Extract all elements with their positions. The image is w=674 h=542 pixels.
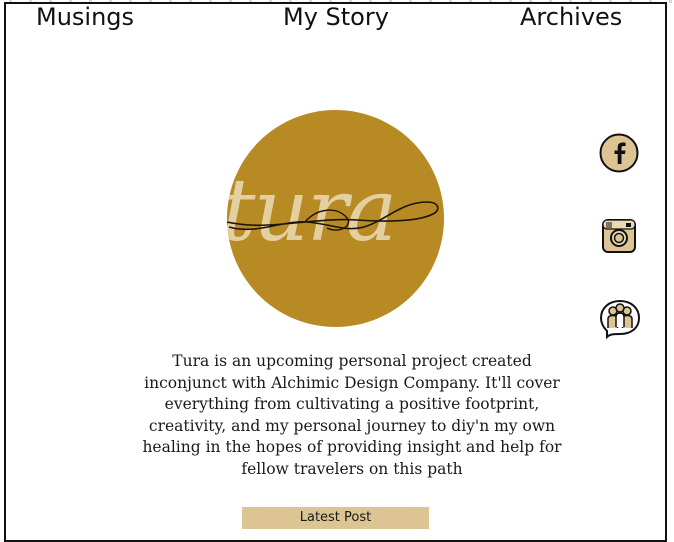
logo-text: tura — [227, 161, 395, 261]
project-description: Tura is an upcoming personal project cre… — [142, 352, 562, 478]
community-icon[interactable] — [599, 299, 641, 340]
tura-logo: tura — [227, 110, 444, 327]
latest-post-button[interactable]: Latest Post — [242, 507, 429, 529]
nav-musings[interactable]: Musings — [36, 2, 134, 32]
facebook-icon[interactable] — [599, 133, 639, 173]
logo-artwork: tura — [227, 161, 439, 261]
nav-archives[interactable]: Archives — [520, 2, 622, 32]
instagram-icon[interactable] — [600, 217, 640, 257]
nav-my-story[interactable]: My Story — [283, 2, 389, 32]
